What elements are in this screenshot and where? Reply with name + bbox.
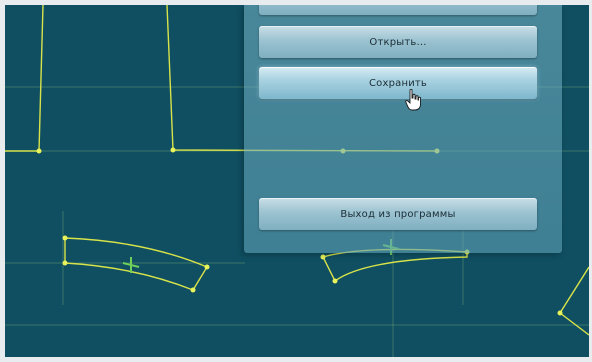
save-button[interactable]: Сохранить [259, 67, 537, 99]
exit-button-label: Выход из программы [340, 208, 456, 220]
pattern-piece-curved-right [321, 248, 468, 283]
hand-cursor-icon [405, 89, 421, 111]
pattern-piece-left [5, 5, 44, 152]
exit-button[interactable]: Выход из программы [259, 198, 537, 230]
pattern-piece-curved-left [64, 237, 209, 291]
pattern-design-window: Открыть... Сохранить Выход из программы [5, 5, 589, 357]
open-button-label: Открыть... [369, 36, 427, 48]
new-button[interactable] [259, 5, 537, 15]
file-menu-panel: Открыть... Сохранить Выход из программы [244, 5, 562, 253]
open-button[interactable]: Открыть... [259, 26, 537, 58]
save-button-label: Сохранить [368, 77, 428, 89]
